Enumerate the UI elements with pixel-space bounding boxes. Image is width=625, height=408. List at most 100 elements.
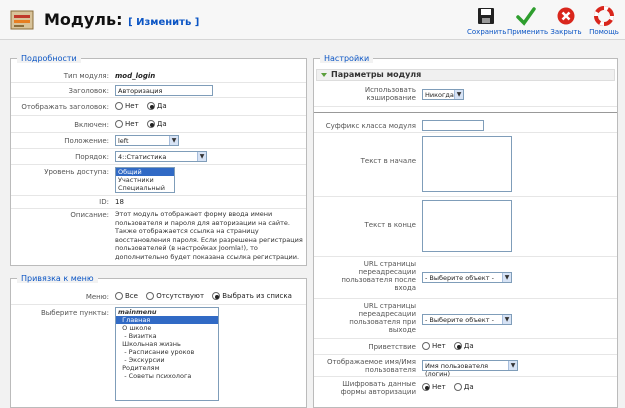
login-redirect-label-line: пользователя после — [341, 276, 416, 284]
menu-item-option[interactable]: О школе — [116, 324, 218, 332]
greeting-yes-label: Да — [463, 342, 474, 350]
id-label: ID: — [99, 198, 109, 206]
floppy-disk-icon — [478, 8, 494, 24]
logout-redirect-select[interactable]: - Выберите объект - ▼ — [422, 314, 512, 325]
enabled-no-label: Нет — [125, 120, 139, 128]
menu-item-option[interactable]: Родителям — [116, 364, 218, 372]
access-option[interactable]: Специальный — [116, 184, 174, 192]
menus-row: Меню: Все Отсутствуют Выбрать из списка — [11, 289, 306, 305]
name-label-line: Отображаемое имя/Имя — [326, 358, 416, 366]
chevron-down-icon: ▼ — [169, 136, 178, 145]
enabled-row: Включен: Нет Да — [11, 116, 306, 133]
description-label: Описание: — [70, 211, 109, 219]
params-section-header[interactable]: Параметры модуля — [316, 69, 615, 81]
apply-button[interactable]: Применить — [507, 4, 548, 38]
menus-all-label: Все — [125, 292, 138, 300]
menus-none-radio[interactable] — [146, 292, 155, 300]
menu-item-option[interactable]: Главная — [116, 316, 218, 324]
description-line: дополнительно будет показана ссылка реги… — [115, 252, 300, 261]
greeting-label: Приветствие — [368, 343, 416, 351]
enabled-no-radio[interactable] — [115, 120, 123, 128]
description-text: Этот модуль отображает форму ввода имени… — [115, 210, 305, 262]
menus-radios: Все Отсутствуют Выбрать из списка — [115, 292, 298, 300]
menus-select-radio[interactable] — [212, 292, 221, 300]
encrypt-yes-radio[interactable] — [453, 383, 462, 391]
menu-item-option[interactable]: - Расписание уроков — [116, 348, 218, 356]
description-row: Описание: Этот модуль отображает форму в… — [11, 209, 306, 265]
show-title-yes-radio[interactable] — [146, 102, 155, 110]
encrypt-no-label: Нет — [432, 383, 446, 391]
menu-item-option[interactable]: - Советы психолога — [116, 372, 218, 380]
module-type-row: Тип модуля: mod_login — [11, 69, 306, 83]
encrypt-label-line: Шифровать данные — [342, 380, 416, 388]
help-button[interactable]: Помощь — [585, 4, 623, 38]
menu-items-listbox[interactable]: mainmenu Главная О школе - Визитка Школь… — [115, 307, 219, 401]
access-listbox[interactable]: Общий Участники Специальный — [115, 167, 175, 193]
show-title-row: Отображать заголовок: Нет Да — [11, 98, 306, 116]
posttext-label: Текст в конце — [364, 221, 416, 229]
access-label: Уровень доступа: — [44, 168, 109, 176]
menu-items-label: Выберите пункты: — [40, 309, 109, 317]
suffix-input[interactable] — [422, 120, 484, 131]
close-button[interactable]: Закрыть — [547, 4, 585, 38]
name-select[interactable]: Имя пользователя (логин) ▼ — [422, 360, 518, 378]
expand-triangle-icon — [321, 73, 327, 77]
save-button[interactable]: Сохранить — [467, 4, 506, 38]
order-label: Порядок: — [75, 153, 109, 161]
order-row: Порядок: 4::Статистика ▼ — [11, 149, 306, 165]
greeting-no-radio[interactable] — [422, 342, 430, 350]
greeting-row: Приветствие Нет Да — [314, 339, 617, 355]
show-title-no-radio[interactable] — [115, 102, 123, 110]
enabled-radios: Нет Да — [115, 120, 173, 128]
menus-select-label: Выбрать из списка — [222, 292, 292, 300]
greeting-radios: Нет Да — [422, 342, 480, 350]
enabled-yes-label: Да — [156, 120, 167, 128]
logout-redirect-value: - Выберите объект - — [425, 316, 494, 324]
menu-item-option[interactable]: mainmenu — [116, 308, 218, 316]
title-input[interactable]: Авторизация — [115, 85, 213, 96]
pretext-row: Текст в начале — [314, 133, 617, 197]
cache-label-line: кэширование — [366, 94, 416, 102]
encrypt-label-line: формы авторизации — [340, 388, 416, 396]
menus-none-label: Отсутствуют — [156, 292, 205, 300]
menu-item-option[interactable]: Школьная жизнь — [116, 340, 218, 348]
module-icon — [10, 10, 34, 30]
greeting-yes-radio[interactable] — [453, 342, 462, 350]
title-label: Заголовок: — [68, 87, 110, 95]
chevron-down-icon: ▼ — [502, 273, 511, 282]
order-select[interactable]: 4::Статистика ▼ — [115, 151, 207, 162]
chevron-down-icon: ▼ — [508, 361, 517, 370]
posttext-textarea[interactable] — [422, 200, 512, 252]
cache-row: Использовать кэширование Никогда ▼ — [314, 83, 617, 107]
login-redirect-label-line: URL страницы — [363, 260, 416, 268]
position-select[interactable]: left ▼ — [115, 135, 179, 146]
encrypt-row: Шифровать данные формы авторизации Нет Д… — [314, 377, 617, 399]
access-option[interactable]: Общий — [116, 168, 174, 176]
menus-all-radio[interactable] — [115, 292, 123, 300]
checkmark-icon — [516, 7, 536, 26]
suffix-row: Суффикс класса модуля — [314, 117, 617, 133]
cache-select[interactable]: Никогда ▼ — [422, 89, 464, 100]
enabled-yes-radio[interactable] — [146, 120, 155, 128]
title-row: Заголовок: Авторизация — [11, 83, 306, 98]
description-line: Также отображается ссылка на страницу — [115, 227, 259, 236]
name-label-line: пользователя — [365, 366, 416, 374]
chevron-down-icon: ▼ — [454, 90, 463, 99]
suffix-label: Суффикс класса модуля — [325, 122, 416, 130]
access-option[interactable]: Участники — [116, 176, 174, 184]
module-type-label: Тип модуля: — [63, 72, 109, 80]
close-label: Закрыть — [550, 28, 582, 36]
menu-item-option[interactable]: - Визитка — [116, 332, 218, 340]
login-redirect-label: URL страницы переадресации пользователя … — [314, 260, 416, 292]
description-line: пользователя и пароля для авторизации на… — [115, 218, 290, 227]
login-redirect-select[interactable]: - Выберите объект - ▼ — [422, 272, 512, 283]
encrypt-yes-label: Да — [463, 383, 474, 391]
enabled-label: Включен: — [74, 121, 109, 129]
pretext-textarea[interactable] — [422, 136, 512, 192]
encrypt-no-radio[interactable] — [422, 383, 430, 391]
logout-redirect-label-line: URL страницы — [363, 302, 416, 310]
cache-value: Никогда — [425, 91, 454, 99]
menu-binding-fieldset: Привязка к меню Меню: Все Отсутствуют Вы… — [10, 274, 307, 408]
menu-item-option[interactable]: - Экскурсии — [116, 356, 218, 364]
page-title: Модуль: [ Изменить ] — [44, 10, 199, 29]
